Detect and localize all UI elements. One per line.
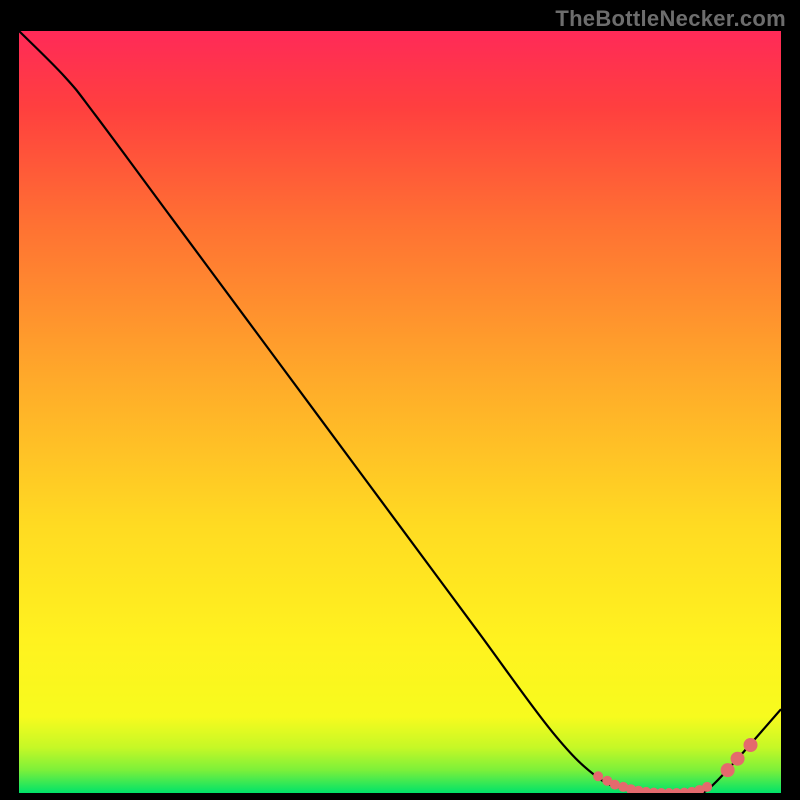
marker-dot	[744, 738, 758, 752]
marker-dot	[593, 771, 603, 781]
marker-dot	[702, 782, 712, 792]
chart-frame: TheBottleNecker.com	[0, 0, 800, 800]
chart-plot	[19, 31, 781, 793]
marker-dot	[731, 752, 745, 766]
watermark-text: TheBottleNecker.com	[555, 6, 786, 32]
gradient-background	[19, 31, 781, 793]
marker-dot	[610, 780, 620, 790]
marker-dot	[721, 763, 735, 777]
